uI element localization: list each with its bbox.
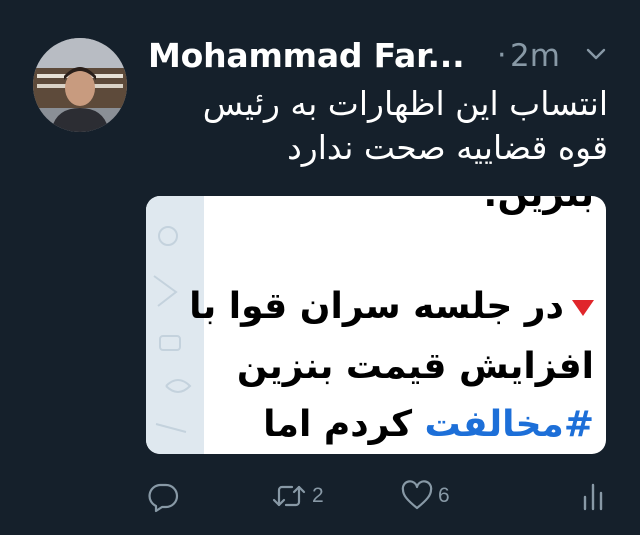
analytics-button[interactable]: [578, 476, 608, 516]
reply-bubble-icon: [148, 483, 179, 513]
tweet-text-line: قوه قضاییه صحت ندارد: [287, 128, 608, 167]
media-text-line: در جلسه سران قوا با: [189, 282, 594, 332]
retweet-button[interactable]: 2: [270, 476, 324, 516]
timestamp[interactable]: 2m: [510, 34, 560, 78]
like-count: 6: [438, 484, 450, 507]
tweet-header: Mohammad Far... · 2m: [148, 34, 618, 78]
hashtag-link[interactable]: #مخالفت: [425, 404, 594, 445]
separator-dot: ·: [497, 38, 507, 73]
avatar-photo: [33, 38, 127, 132]
retweet-count: 2: [312, 484, 324, 507]
tweet-text: انتساب این اظهارات به رئیس قوه قضاییه صح…: [150, 82, 608, 170]
reply-button[interactable]: [146, 476, 184, 516]
media-text-line: افزایش قیمت بنزین: [236, 346, 594, 387]
like-button[interactable]: 6: [400, 476, 450, 516]
tweet-media-image[interactable]: بنزین: در جلسه سران قوا با افزایش قیمت ب…: [146, 196, 606, 454]
analytics-icon: [583, 483, 603, 511]
tweet[interactable]: Mohammad Far... · 2m انتساب این اظهارات …: [0, 0, 640, 535]
author-name[interactable]: Mohammad Far...: [148, 34, 465, 78]
media-text-content: کردم اما: [263, 404, 425, 445]
media-text-line: #مخالفت کردم اما: [206, 400, 594, 450]
media-text-content: در جلسه سران قوا با: [189, 286, 564, 327]
red-triangle-icon: [572, 300, 594, 316]
chevron-down-icon[interactable]: [586, 47, 606, 61]
avatar[interactable]: [33, 38, 127, 132]
heart-icon: [401, 480, 433, 510]
retweet-icon: [272, 485, 306, 507]
tweet-actions: 2 6: [146, 476, 616, 516]
media-text-line: بنزین:: [206, 196, 594, 220]
tweet-text-line: انتساب این اظهارات به رئیس: [202, 84, 608, 123]
